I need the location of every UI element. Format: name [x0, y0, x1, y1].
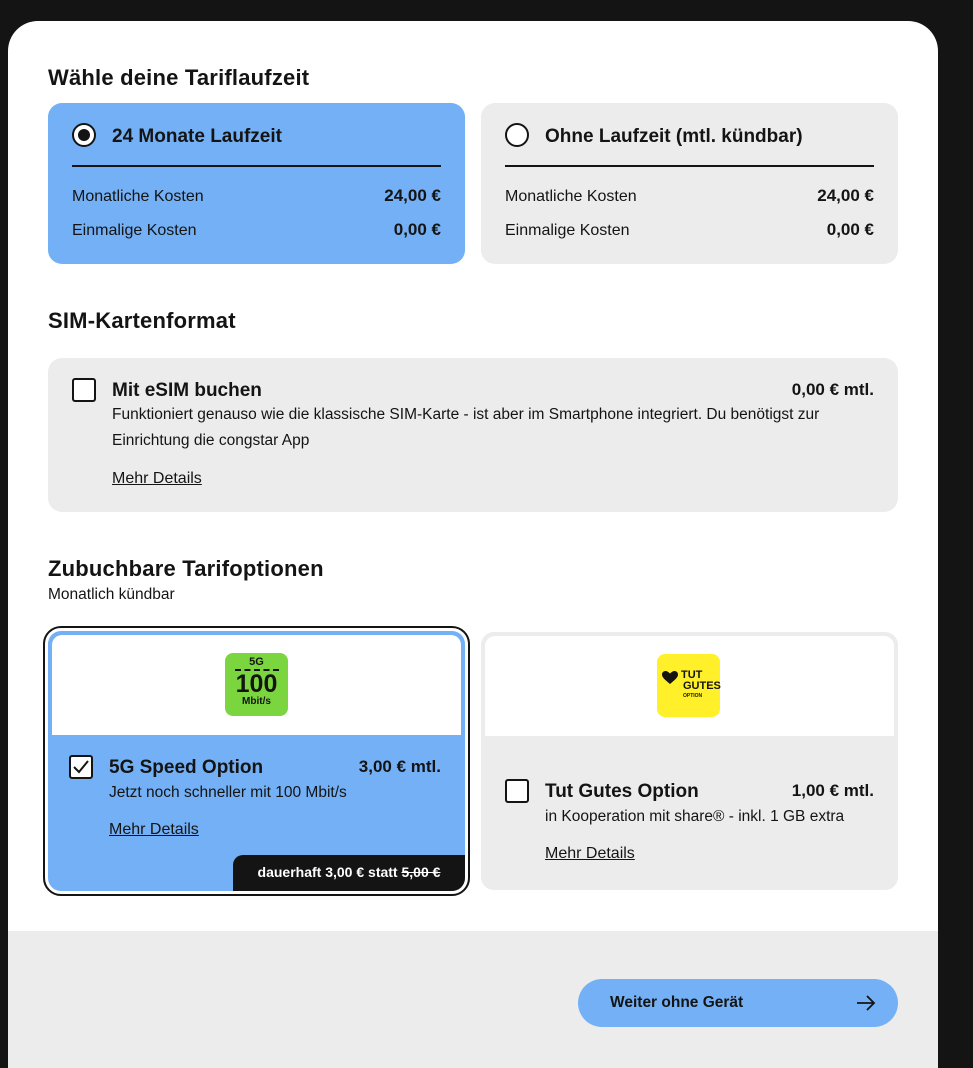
heart-hand-icon: [662, 671, 678, 684]
sim-section-title: SIM-Kartenformat: [48, 308, 236, 333]
option-logo-area: 5G 100 Mbit/s: [52, 635, 461, 735]
esim-card[interactable]: Mit eSIM buchen 0,00 € mtl. Funktioniert…: [48, 358, 898, 512]
checkmark-icon: [73, 760, 89, 774]
one-time-cost-value: 0,00 €: [826, 220, 874, 239]
monthly-cost-label: Monatliche Kosten: [72, 188, 204, 205]
radio-button[interactable]: [505, 123, 529, 147]
tut-gutes-logo: TUT GUTES OPTION: [657, 654, 721, 717]
esim-more-details-link[interactable]: Mehr Details: [112, 470, 202, 488]
duration-title: Ohne Laufzeit (mtl. kündbar): [545, 126, 803, 147]
options-section-title: Zubuchbare Tarifoptionen: [48, 556, 324, 581]
duration-card-24-months[interactable]: 24 Monate Laufzeit Monatliche Kosten 24,…: [48, 103, 465, 264]
5g-100-mbit-logo: 5G 100 Mbit/s: [225, 653, 288, 716]
duration-title: 24 Monate Laufzeit: [112, 126, 282, 147]
radio-button-selected[interactable]: [72, 123, 96, 147]
esim-description: Funktioniert genauso wie die klassische …: [112, 406, 820, 449]
duration-section-title: Wähle deine Tariflaufzeit: [48, 65, 310, 90]
option-description: Jetzt noch schneller mit 100 Mbit/s: [109, 784, 347, 801]
option-card-5g-speed[interactable]: 5G 100 Mbit/s 5G Speed Option 3,00 € mtl…: [43, 626, 470, 896]
option-title: 5G Speed Option: [109, 757, 264, 778]
button-label: Weiter ohne Gerät: [610, 994, 744, 1011]
esim-title: Mit eSIM buchen: [112, 380, 262, 401]
monthly-cost-value: 24,00 €: [817, 186, 874, 205]
one-time-cost-label: Einmalige Kosten: [72, 222, 197, 239]
esim-checkbox[interactable]: [72, 378, 96, 402]
monthly-cost-label: Monatliche Kosten: [505, 188, 637, 205]
option-card-inner: 5G 100 Mbit/s 5G Speed Option 3,00 € mtl…: [48, 631, 465, 891]
options-subtitle: Monatlich kündbar: [48, 586, 175, 603]
monthly-cost-value: 24,00 €: [384, 186, 441, 205]
5g-more-details-link[interactable]: Mehr Details: [109, 821, 199, 839]
arrow-right-icon: [857, 995, 876, 1011]
option-description: in Kooperation mit share® - inkl. 1 GB e…: [545, 808, 845, 825]
tariff-config-panel: Wähle deine Tariflaufzeit 24 Monate Lauf…: [8, 21, 938, 1068]
divider: [505, 165, 874, 167]
duration-card-no-term[interactable]: Ohne Laufzeit (mtl. kündbar) Monatliche …: [481, 103, 898, 264]
esim-price: 0,00 € mtl.: [791, 380, 874, 399]
one-time-cost-label: Einmalige Kosten: [505, 222, 630, 239]
option-price: 1,00 € mtl.: [791, 781, 874, 800]
continue-without-device-button[interactable]: Weiter ohne Gerät: [578, 979, 898, 1027]
option-logo-area: TUT GUTES OPTION: [485, 636, 894, 736]
5g-speed-checkbox[interactable]: [69, 755, 93, 779]
option-price: 3,00 € mtl.: [358, 757, 441, 776]
promo-badge: dauerhaft 3,00 € statt 5,00 €: [233, 855, 465, 891]
divider: [72, 165, 441, 167]
option-card-tut-gutes[interactable]: TUT GUTES OPTION Tut Gutes Option 1,00 €…: [481, 632, 898, 890]
tut-gutes-checkbox[interactable]: [505, 779, 529, 803]
option-title: Tut Gutes Option: [545, 781, 699, 802]
one-time-cost-value: 0,00 €: [393, 220, 441, 239]
tut-gutes-more-details-link[interactable]: Mehr Details: [545, 845, 635, 863]
